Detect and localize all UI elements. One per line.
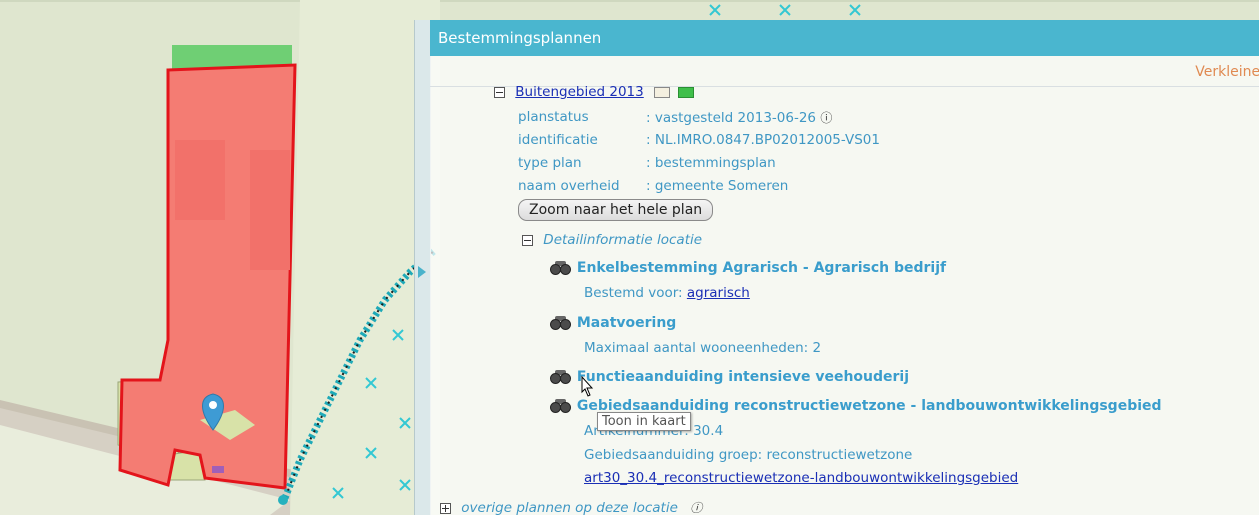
pointer-cursor-icon: [581, 376, 594, 397]
field-type-plan-label: type plan: [518, 155, 582, 171]
binoculars-icon[interactable]: [550, 399, 572, 413]
detail-item-line: Gebiedsaanduiding groep: reconstructiewe…: [584, 447, 913, 463]
collapse-arrow-icon[interactable]: [418, 266, 426, 278]
panel-content: Buitengebied 2013 planstatus : vastgeste…: [430, 86, 1259, 515]
agrarisch-link[interactable]: agrarisch: [687, 285, 750, 301]
detail-item-line: art30_30.4_reconstructiewetzone-landbouw…: [584, 470, 1018, 486]
detail-item-heading: Maatvoering: [576, 315, 677, 331]
map-layer-icon[interactable]: [678, 86, 695, 98]
detail-section-header[interactable]: Detailinformatie locatie: [522, 232, 702, 248]
tooltip: Toon in kaart: [597, 412, 691, 431]
plan-title-row: Buitengebied 2013: [494, 86, 695, 100]
other-plans-label: overige plannen op deze locatie: [461, 500, 678, 515]
detail-item-line: Bestemd voor: agrarisch: [584, 285, 750, 301]
zoom-to-plan-button[interactable]: Zoom naar het hele plan: [518, 199, 714, 221]
binoculars-icon[interactable]: [550, 261, 572, 275]
plans-panel: Bestemmingsplannen Verkleinen Buitengebi…: [414, 20, 1259, 515]
document-icon[interactable]: [654, 86, 671, 98]
detail-section-title: Detailinformatie locatie: [543, 232, 703, 248]
planstatus-value: : vastgesteld 2013-06-26: [646, 110, 817, 126]
collapse-toggle-icon[interactable]: [494, 86, 505, 98]
detail-item-heading: Enkelbestemming Agrarisch - Agrarisch be…: [576, 260, 947, 276]
detail-item-line: Maximaal aantal wooneenheden: 2: [584, 340, 822, 356]
panel-toolbar: Verkleinen: [430, 56, 1259, 87]
binoculars-icon[interactable]: [550, 370, 572, 384]
info-icon[interactable]: ⓘ: [690, 499, 702, 515]
field-type-plan-value: : bestemmingsplan: [646, 155, 776, 171]
other-plans-row[interactable]: overige plannen op deze locatie ⓘ: [440, 499, 702, 515]
field-planstatus-label: planstatus: [518, 109, 589, 125]
panel-title: Bestemmingsplannen: [438, 29, 602, 47]
shrink-link[interactable]: Verkleinen: [1195, 64, 1259, 80]
bestemd-voor-label: Bestemd voor:: [584, 285, 687, 301]
field-naam-overheid-value: : gemeente Someren: [646, 178, 789, 194]
detail-item-maatvoering: Maatvoering: [550, 315, 676, 331]
article-link[interactable]: art30_30.4_reconstructiewetzone-landbouw…: [584, 470, 1018, 486]
field-planstatus-value: : vastgesteld 2013-06-26 ⓘ: [646, 109, 832, 126]
panel-header: Bestemmingsplannen: [430, 20, 1259, 56]
field-identificatie-value: : NL.IMRO.0847.BP02012005-VS01: [646, 132, 880, 148]
binoculars-icon[interactable]: [550, 316, 572, 330]
expand-toggle-icon[interactable]: [440, 502, 451, 514]
detail-item-enkelbestemming: Enkelbestemming Agrarisch - Agrarisch be…: [550, 260, 946, 276]
panel-collapse-handle[interactable]: [414, 20, 431, 515]
info-icon[interactable]: ⓘ: [820, 109, 832, 126]
collapse-toggle-icon[interactable]: [522, 234, 533, 246]
detail-item-heading: Functieaanduiding intensieve veehouderij: [576, 369, 910, 385]
plan-name-link[interactable]: Buitengebied 2013: [515, 86, 643, 100]
panel-body: Bestemmingsplannen Verkleinen Buitengebi…: [430, 20, 1259, 515]
field-naam-overheid-label: naam overheid: [518, 178, 620, 194]
detail-item-functieaanduiding: Functieaanduiding intensieve veehouderij: [550, 369, 909, 385]
field-identificatie-label: identificatie: [518, 132, 598, 148]
